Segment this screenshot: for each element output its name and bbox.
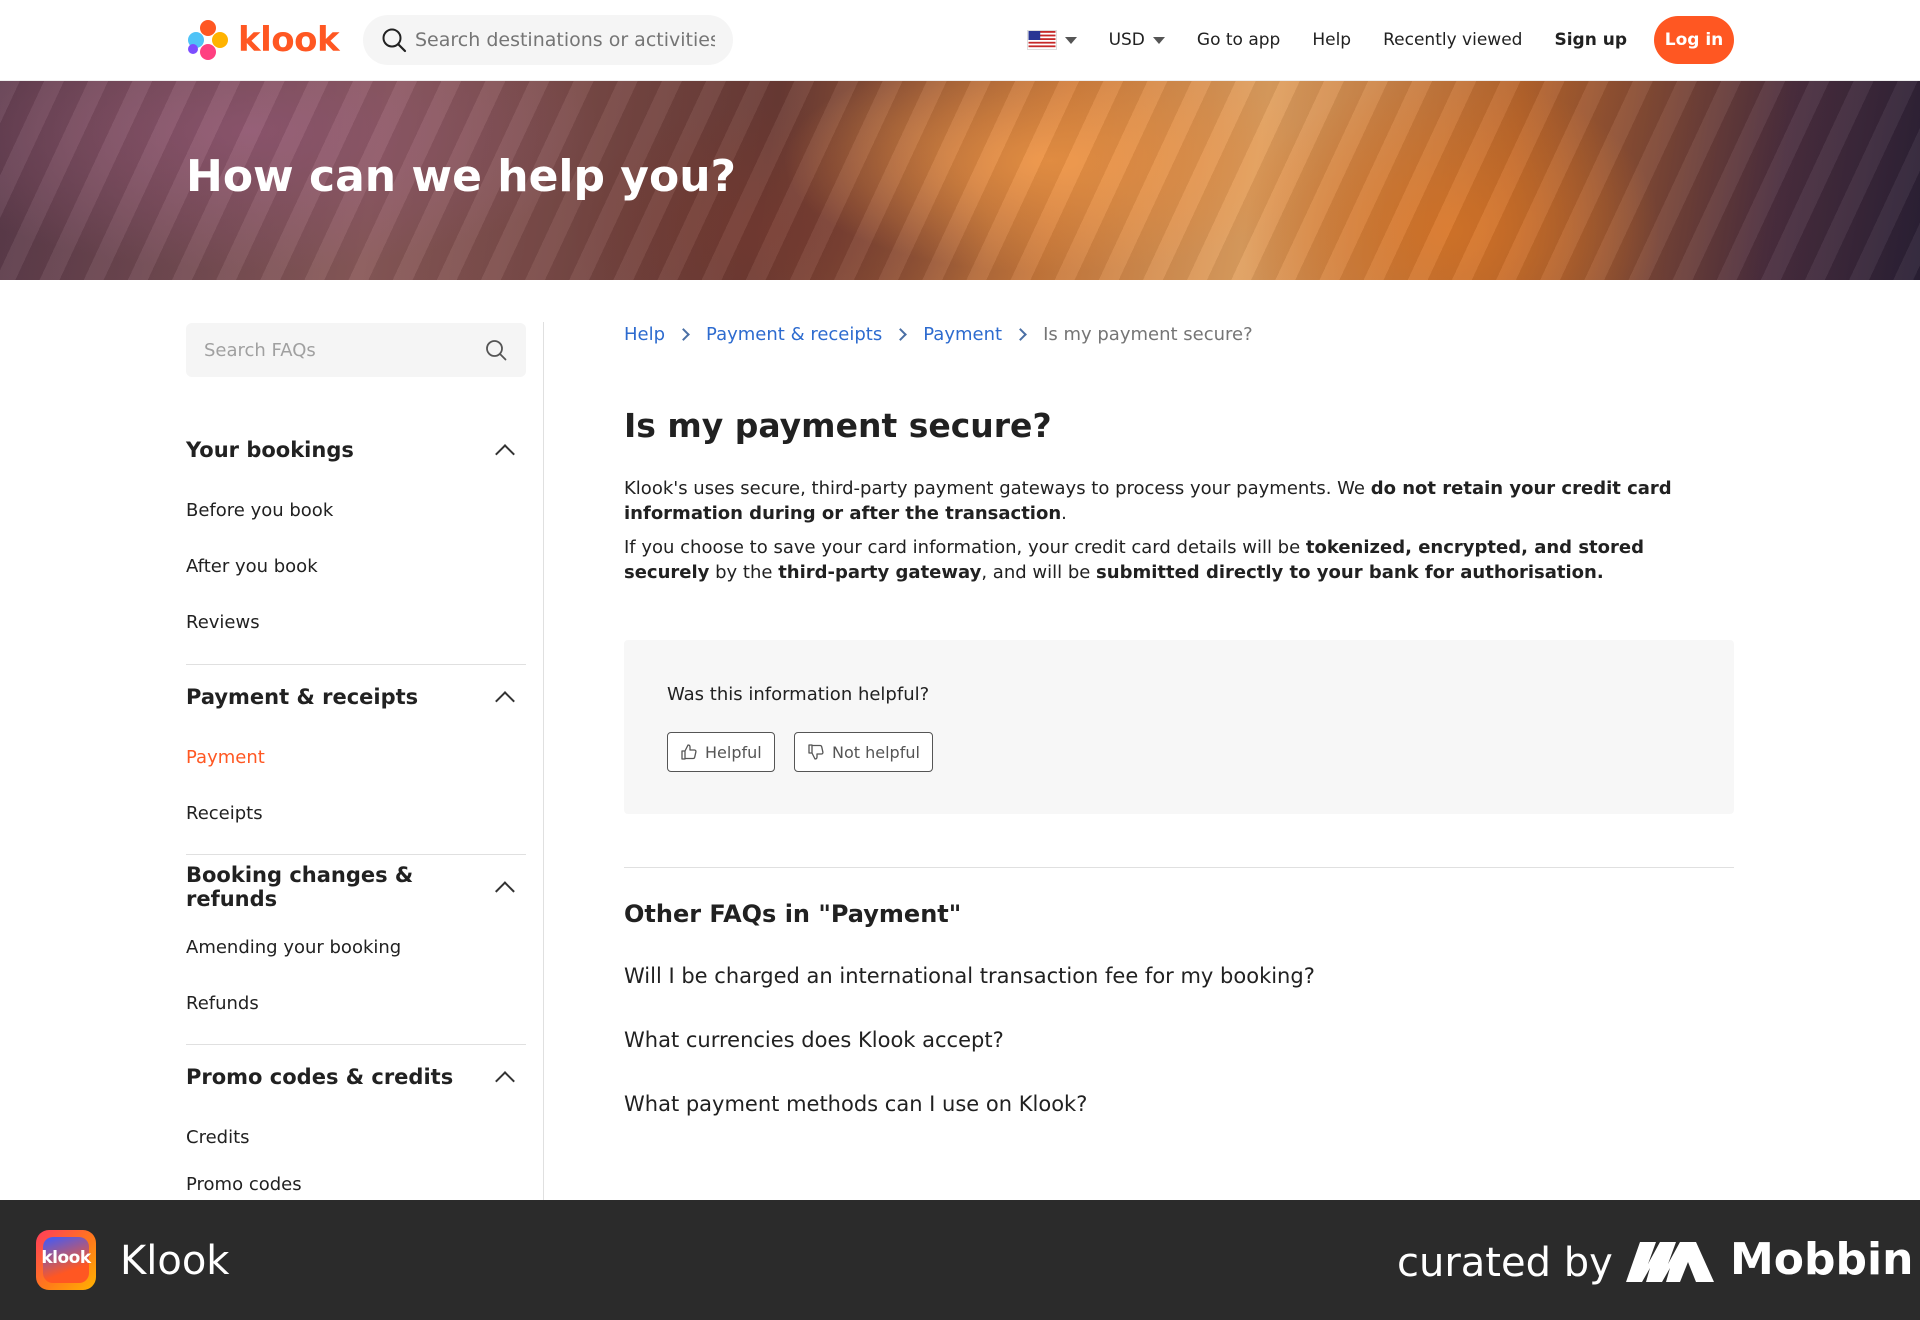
helpful-button[interactable]: Helpful — [667, 732, 775, 772]
chevron-down-icon — [1064, 36, 1077, 44]
sidebar-item-before-you-book[interactable]: Before you book — [186, 482, 526, 538]
section-divider — [186, 664, 526, 665]
top-navigation-bar: klook USD Go to app Help Rec — [0, 0, 1920, 81]
mobbin-brand: Mobbin — [1730, 1234, 1914, 1285]
article-paragraph: If you choose to save your card informat… — [624, 535, 1734, 585]
text-run: Klook's uses secure, third-party payment… — [624, 478, 1371, 499]
currency-selector[interactable]: USD — [1109, 30, 1165, 50]
section-header[interactable]: Payment & receipts — [186, 677, 526, 717]
faq-search-input[interactable] — [204, 339, 484, 361]
klook-app-icon: klook — [36, 1230, 96, 1290]
section-header[interactable]: Promo codes & credits — [186, 1057, 526, 1097]
recently-viewed-link[interactable]: Recently viewed — [1383, 30, 1522, 50]
chevron-right-icon — [1014, 328, 1027, 341]
text-run: If you choose to save your card informat… — [624, 537, 1306, 558]
section-divider — [186, 854, 526, 855]
chevron-right-icon — [677, 328, 690, 341]
text-run: by the — [709, 562, 779, 583]
search-icon — [382, 28, 407, 53]
app-icon-text: klook — [41, 1248, 91, 1268]
us-flag-icon — [1026, 30, 1057, 50]
section-title: Booking changes & refunds — [186, 863, 414, 911]
section-divider — [186, 1044, 526, 1045]
faq-link[interactable]: What payment methods can I use on Klook? — [624, 1092, 1087, 1116]
breadcrumb-payment[interactable]: Payment — [923, 324, 1002, 345]
feedback-question: Was this information helpful? — [667, 684, 930, 705]
sidebar-item-after-you-book[interactable]: After you book — [186, 538, 526, 594]
faq-link[interactable]: Will I be charged an international trans… — [624, 964, 1315, 988]
sidebar-item-promo-codes[interactable]: Promo codes — [186, 1165, 526, 1195]
app-name: Klook — [120, 1238, 230, 1284]
sidebar-item-receipts[interactable]: Receipts — [186, 785, 526, 841]
article-title: Is my payment secure? — [624, 406, 1052, 445]
sidebar-section-promo-codes-credits: Promo codes & credits Credits Promo code… — [186, 1057, 526, 1195]
header-nav: USD Go to app Help Recently viewed Sign … — [1026, 15, 1734, 65]
sidebar-section-booking-changes: Booking changes & refunds Amending your … — [186, 863, 526, 1031]
feedback-box: Was this information helpful? Helpful No… — [624, 640, 1734, 814]
language-selector[interactable] — [1026, 30, 1077, 50]
logo-text: klook — [238, 20, 340, 60]
klook-logo[interactable]: klook — [186, 18, 340, 62]
thumbs-up-icon — [681, 744, 697, 760]
helpful-label: Helpful — [705, 742, 762, 762]
klook-logo-icon — [186, 18, 230, 62]
faq-sidebar: Your bookings Before you book After you … — [186, 280, 526, 1200]
section-header[interactable]: Your bookings — [186, 430, 526, 470]
sidebar-divider — [543, 322, 544, 1200]
sidebar-item-refunds[interactable]: Refunds — [186, 975, 526, 1031]
breadcrumb: Help Payment & receipts Payment Is my pa… — [624, 324, 1253, 345]
sidebar-section-payment-receipts: Payment & receipts Payment Receipts — [186, 677, 526, 841]
bold-text: third-party gateway — [778, 562, 982, 583]
destination-search-bar[interactable] — [363, 15, 733, 65]
chevron-right-icon — [894, 328, 908, 341]
breadcrumb-current: Is my payment secure? — [1043, 324, 1253, 345]
section-title: Payment & receipts — [186, 685, 419, 709]
breadcrumb-help[interactable]: Help — [624, 324, 665, 345]
mobbin-logo-icon — [1626, 1242, 1714, 1282]
not-helpful-button[interactable]: Not helpful — [794, 732, 933, 772]
sidebar-item-reviews[interactable]: Reviews — [186, 594, 526, 650]
sidebar-item-amending-booking[interactable]: Amending your booking — [186, 919, 526, 975]
chevron-up-icon[interactable] — [495, 444, 515, 464]
bold-text: submitted directly to your bank for auth… — [1096, 562, 1604, 583]
sidebar-section-your-bookings: Your bookings Before you book After you … — [186, 430, 526, 650]
section-title: Your bookings — [186, 438, 354, 462]
sidebar-item-payment[interactable]: Payment — [186, 729, 526, 785]
article-paragraph: Klook's uses secure, third-party payment… — [624, 476, 1734, 526]
section-header[interactable]: Booking changes & refunds — [186, 863, 526, 911]
hero-banner: How can we help you? — [0, 81, 1920, 280]
chevron-down-icon — [1152, 36, 1165, 44]
hero-title: How can we help you? — [186, 151, 737, 202]
content-divider — [624, 867, 1734, 868]
faq-link[interactable]: What currencies does Klook accept? — [624, 1028, 1004, 1052]
sign-up-link[interactable]: Sign up — [1554, 30, 1627, 50]
destination-search-input[interactable] — [415, 29, 715, 51]
curation-footer: klook Klook curated by Mobbin — [0, 1200, 1920, 1320]
text-run: . — [1061, 503, 1067, 524]
currency-label: USD — [1108, 30, 1145, 50]
curated-by-label: curated by — [1397, 1240, 1613, 1286]
chevron-up-icon[interactable] — [495, 1071, 515, 1091]
text-run: , and will be — [981, 562, 1097, 583]
sidebar-item-credits[interactable]: Credits — [186, 1109, 526, 1165]
other-faqs-title: Other FAQs in "Payment" — [624, 900, 962, 928]
faq-search-bar[interactable] — [186, 323, 526, 377]
help-link[interactable]: Help — [1312, 30, 1351, 50]
not-helpful-label: Not helpful — [832, 742, 920, 762]
go-to-app-link[interactable]: Go to app — [1197, 30, 1280, 50]
breadcrumb-payment-receipts[interactable]: Payment & receipts — [706, 324, 882, 345]
thumbs-down-icon — [808, 744, 824, 760]
log-in-button[interactable]: Log in — [1654, 16, 1734, 64]
section-title: Promo codes & credits — [186, 1065, 454, 1089]
search-icon[interactable] — [484, 338, 508, 362]
chevron-up-icon[interactable] — [495, 691, 515, 711]
